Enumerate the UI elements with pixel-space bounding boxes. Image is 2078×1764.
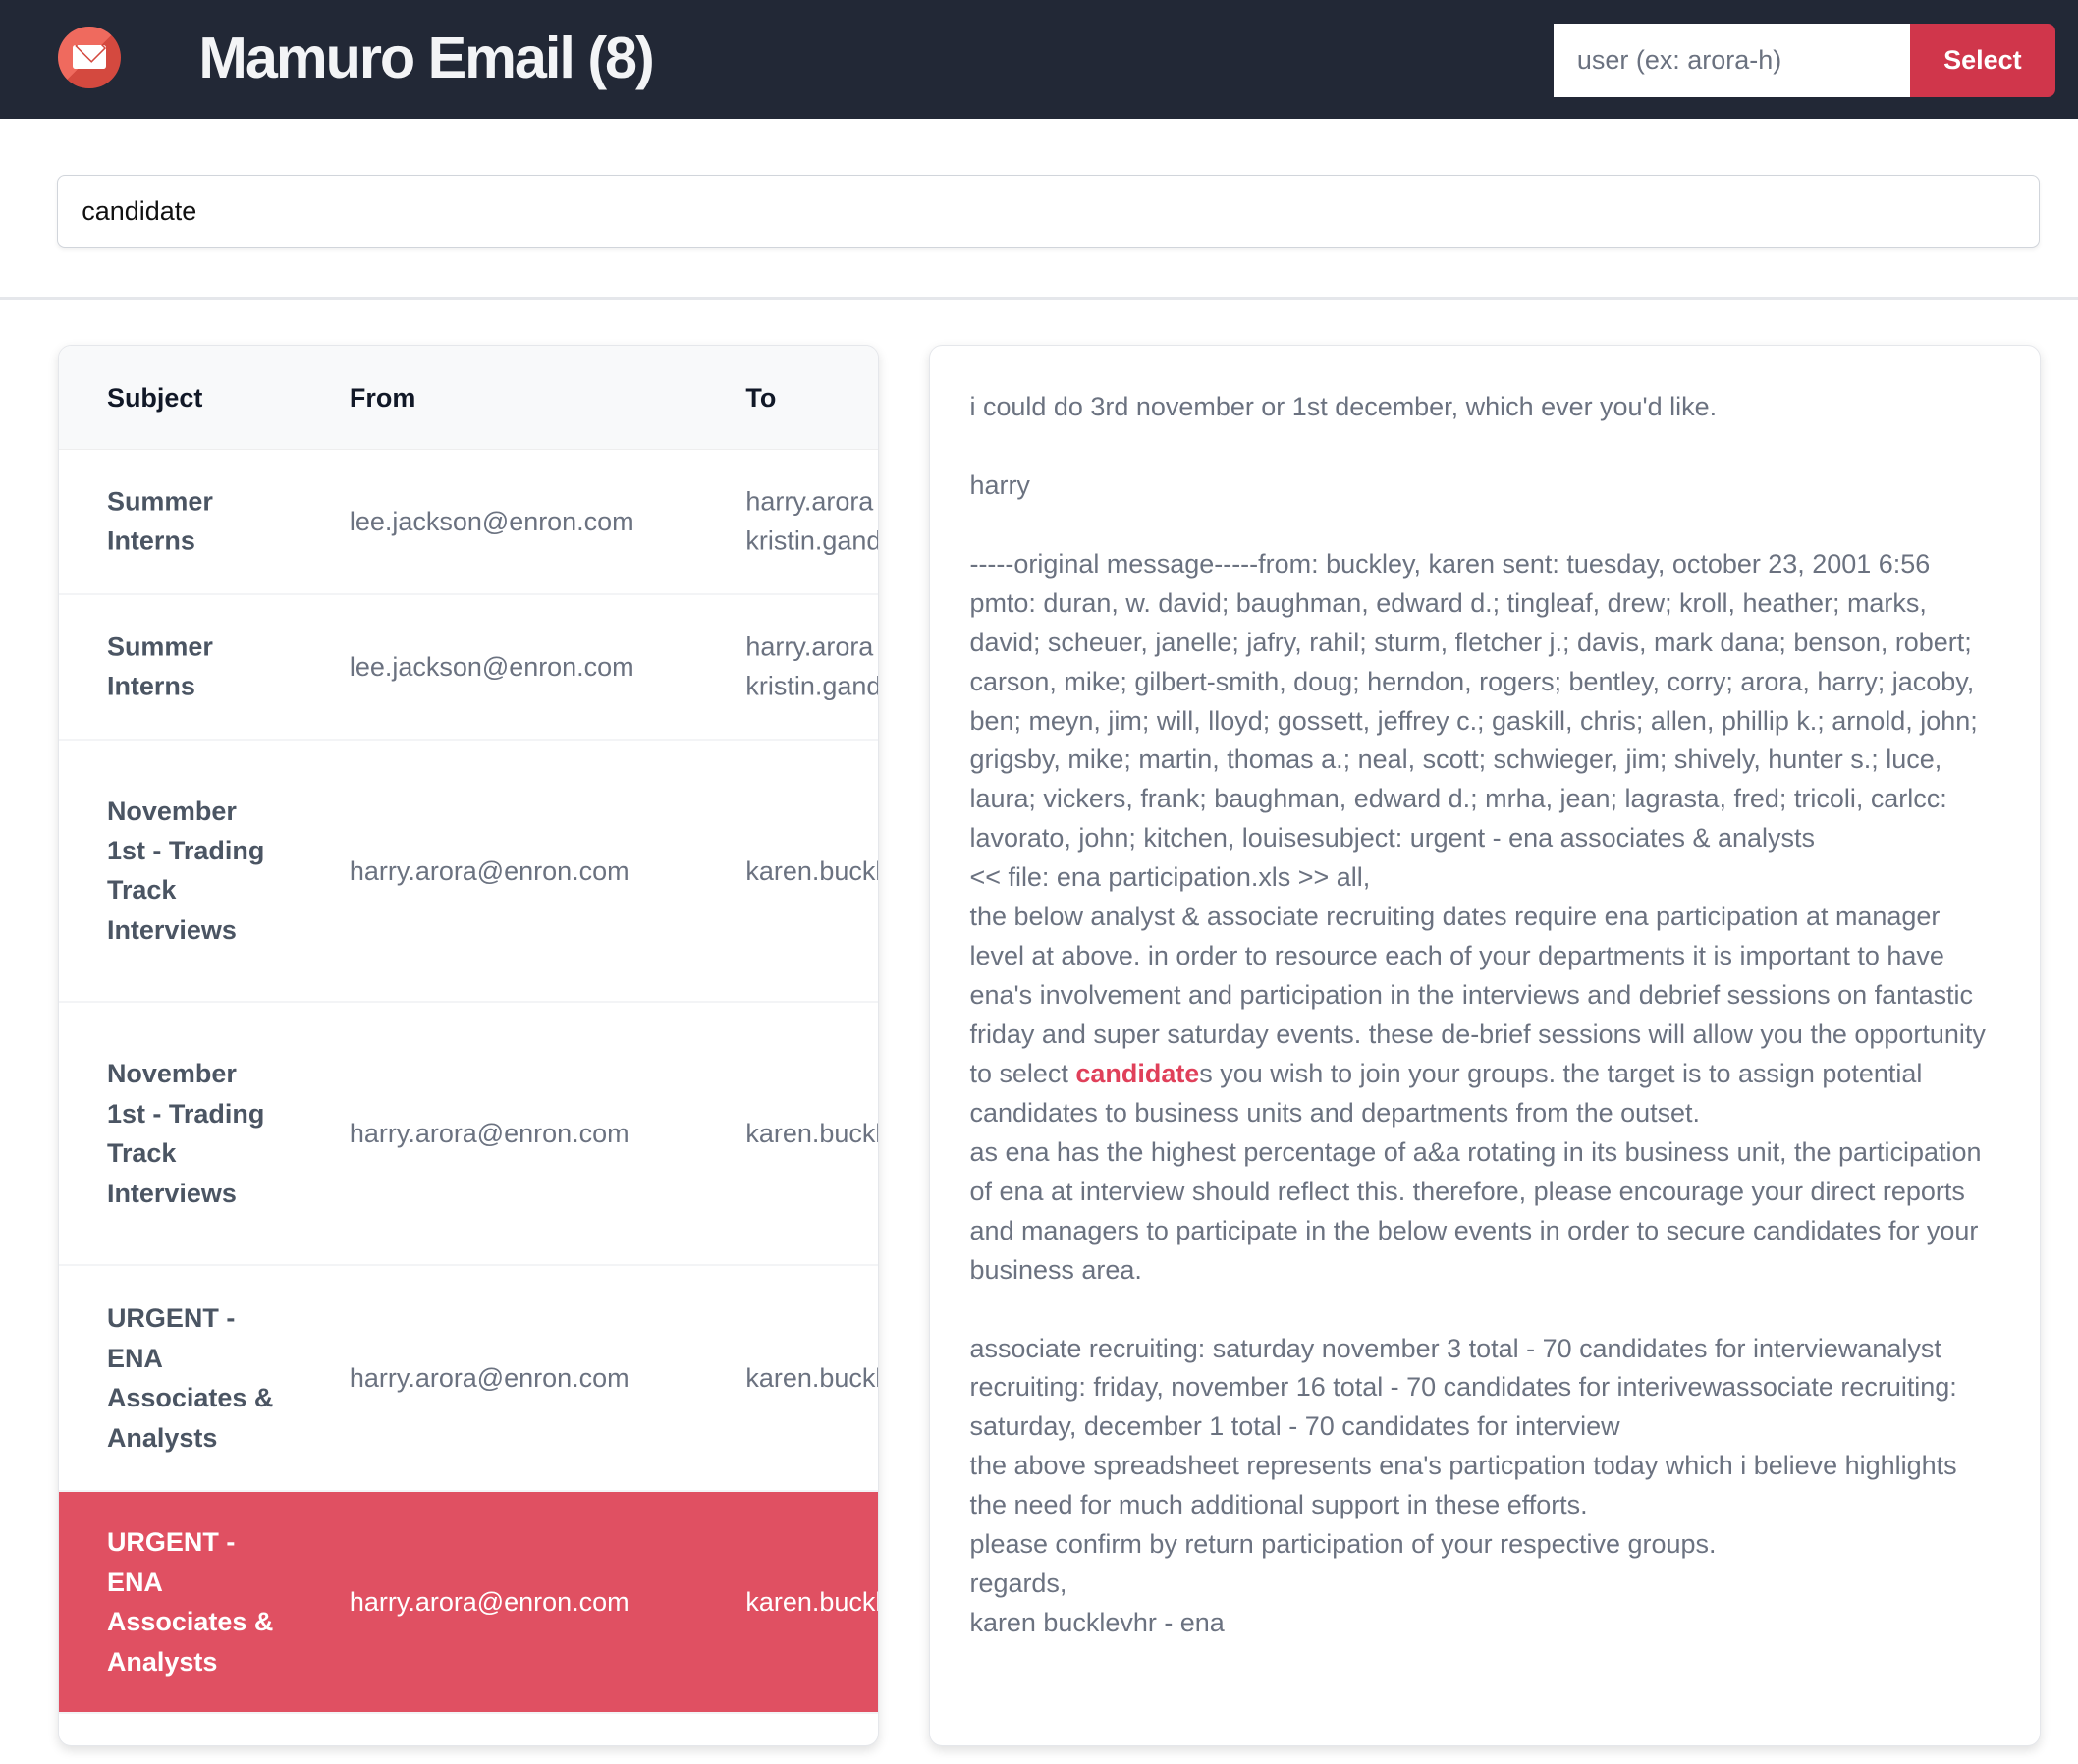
- row-from: harry.arora@enron.com: [349, 855, 629, 886]
- row-from: harry.arora@enron.com: [349, 1587, 629, 1618]
- table-row[interactable]: [59, 1714, 878, 1745]
- search-input[interactable]: [57, 175, 2040, 248]
- envelope-icon: [58, 26, 121, 89]
- row-from: harry.arora@enron.com: [349, 1119, 629, 1149]
- table-row[interactable]: Summer Interns lee.jackson@enron.com harry…: [59, 450, 879, 595]
- row-subject: Summer Interns: [106, 486, 213, 556]
- table-row[interactable]: Summer Interns lee.jackson@enron.com harry…: [59, 595, 879, 741]
- table-row[interactable]: November 1st - Trading Track Interviews h…: [59, 1003, 879, 1267]
- select-button[interactable]: Select: [1909, 24, 2056, 97]
- row-subject: URGENT - ENA Associates & Analysts: [106, 1303, 274, 1453]
- row-to: karen.buckley: [745, 855, 878, 886]
- row-to: karen.buckley: [745, 1587, 878, 1618]
- row-subject: URGENT - ENA Associates & Analysts: [106, 1527, 274, 1677]
- table-row[interactable]: URGENT - ENA Associates & Analysts harry.…: [59, 1492, 879, 1715]
- table-row[interactable]: November 1st - Trading Track Interviews h…: [59, 741, 879, 1004]
- row-to: karen.buckley: [745, 1119, 878, 1149]
- table-row[interactable]: URGENT - ENA Associates & Analysts harry.…: [59, 1266, 879, 1493]
- user-input[interactable]: [1553, 24, 1910, 97]
- row-to: harry.arora kristin.gandy: [745, 632, 878, 701]
- email-list: Subject From To Summer Interns lee.jackso…: [58, 344, 880, 1746]
- email-text: i could do 3rd november or 1st december,…: [969, 392, 1986, 1088]
- row-from: lee.jackson@enron.com: [349, 506, 634, 536]
- row-from: harry.arora@enron.com: [349, 1363, 629, 1394]
- row-to: karen.buckley: [745, 1363, 878, 1394]
- row-subject: Summer Interns: [106, 632, 213, 701]
- search-highlight: candidate: [1075, 1058, 1200, 1088]
- row-from: lee.jackson@enron.com: [349, 651, 634, 682]
- top-bar: Mamuro Email (8) Select: [0, 0, 2078, 120]
- divider: [0, 297, 2078, 300]
- email-text: s you wish to join your groups. the targ…: [969, 1058, 1982, 1638]
- row-to: harry.arora kristin.gandy: [745, 486, 878, 556]
- column-subject: Subject: [106, 382, 203, 413]
- app-title: Mamuro Email (8): [198, 25, 654, 91]
- column-to: To: [745, 382, 777, 413]
- email-viewer: i could do 3rd november or 1st december,…: [928, 344, 2041, 1746]
- table-header: Subject From To: [59, 345, 879, 451]
- row-subject: November 1st - Trading Track Interviews: [106, 1059, 265, 1208]
- email-body: i could do 3rd november or 1st december,…: [930, 346, 2040, 1643]
- row-subject: November 1st - Trading Track Interviews: [106, 796, 265, 945]
- column-from: From: [349, 382, 416, 413]
